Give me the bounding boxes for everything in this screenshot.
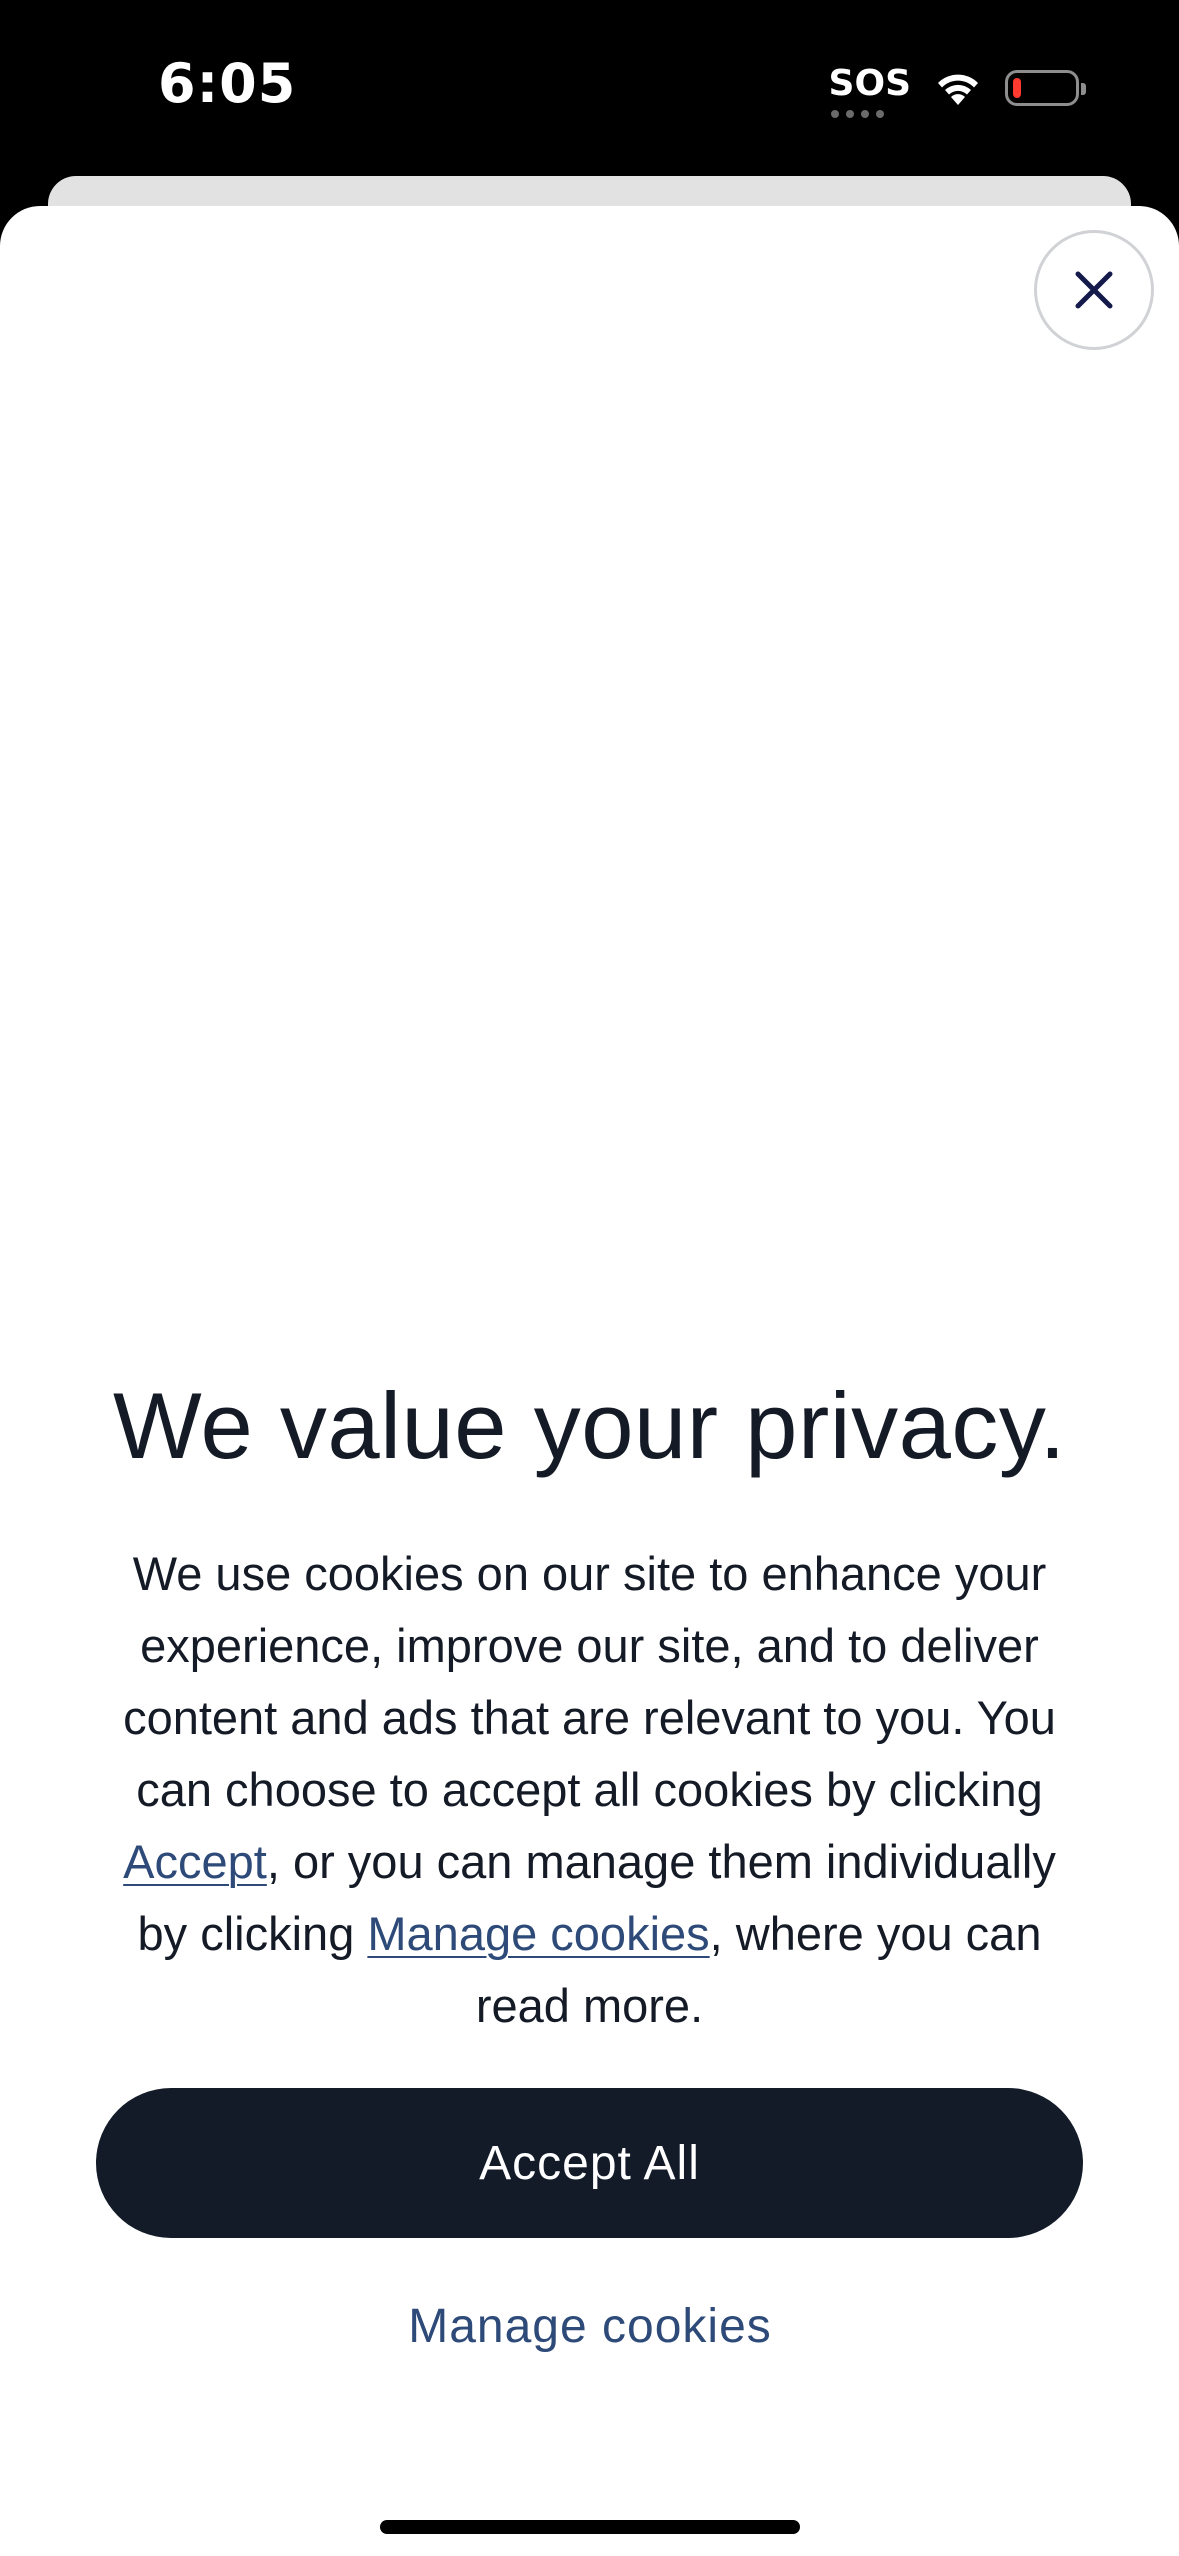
modal-content: We value your privacy. We use cookies on… [0,1366,1179,2042]
close-icon [1075,271,1113,309]
accept-all-button[interactable]: Accept All [96,2088,1083,2238]
body-text-part1: We use cookies on our site to enhance yo… [123,1547,1056,1816]
modal-body-text: We use cookies on our site to enhance yo… [95,1538,1085,2042]
sos-label: SOS [828,63,911,104]
accept-link[interactable]: Accept [123,1835,267,1888]
modal-title: We value your privacy. [112,1373,1067,1478]
privacy-modal: We value your privacy. We use cookies on… [0,206,1179,2556]
manage-cookies-button[interactable]: Manage cookies [290,2286,890,2366]
signal-dots-icon [830,110,884,118]
battery-icon [1005,70,1086,106]
screen: 6:05 SOS We value your privacy. We use c… [0,0,1179,2556]
close-button[interactable] [1034,230,1154,350]
status-time: 6:05 [158,52,297,115]
home-indicator[interactable] [380,2520,800,2534]
wifi-icon [938,74,978,105]
status-icons: SOS [828,58,1086,118]
status-bar: 6:05 SOS [0,0,1179,176]
battery-level-fill [1013,78,1021,98]
manage-cookies-link[interactable]: Manage cookies [367,1907,709,1960]
sos-indicator: SOS [828,63,911,118]
